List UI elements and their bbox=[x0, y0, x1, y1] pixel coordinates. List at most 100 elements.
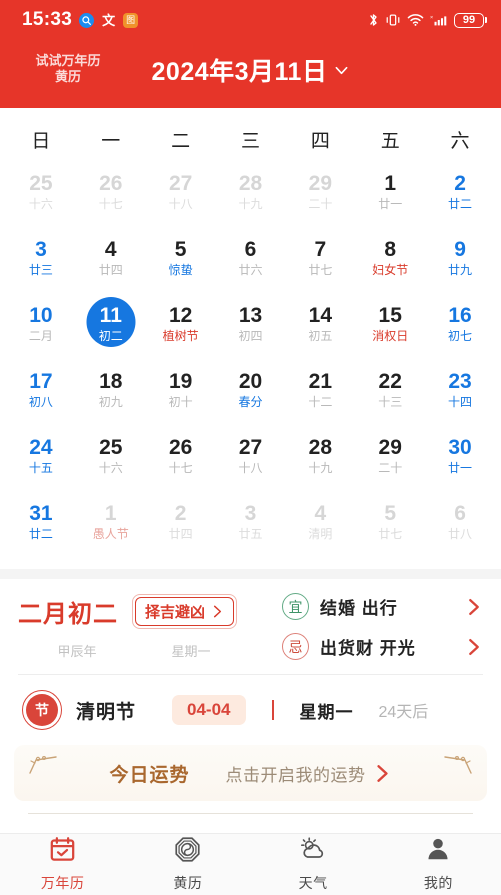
calendar-day-cell[interactable]: 1 廿一 bbox=[355, 159, 425, 225]
day-number: 11 bbox=[99, 304, 122, 328]
calendar-card: 日一二三四五六 25 十六 26 十七 27 十八 28 十九 29 二十 1 廿一 2 廿二 3 廿三 4 廿四… bbox=[0, 108, 501, 569]
tab-我的[interactable]: 我的 bbox=[376, 836, 501, 893]
battery-level: 99 bbox=[454, 12, 484, 28]
calendar-day-cell[interactable]: 28 十九 bbox=[285, 423, 355, 489]
calendar-day-cell[interactable]: 6 廿六 bbox=[216, 225, 286, 291]
day-sublabel: 初九 bbox=[98, 395, 123, 410]
calendar-day-cell[interactable]: 20 春分 bbox=[216, 357, 286, 423]
calendar-day-cell[interactable]: 17 初八 bbox=[6, 357, 76, 423]
day-number: 4 bbox=[314, 502, 327, 526]
calendar-day-cell[interactable]: 18 初九 bbox=[76, 357, 146, 423]
tab-天气[interactable]: 天气 bbox=[251, 836, 376, 893]
calendar-day-cell[interactable]: 3 廿三 bbox=[6, 225, 76, 291]
calendar-day-cell[interactable]: 19 初十 bbox=[146, 357, 216, 423]
battery-indicator: 99 bbox=[454, 12, 487, 28]
calendar-day-cell[interactable]: 25 十六 bbox=[6, 159, 76, 225]
day-number: 24 bbox=[29, 436, 53, 460]
calendar-day-cell[interactable]: 6 廿八 bbox=[425, 489, 495, 555]
cellular-signal-icon: × bbox=[430, 15, 447, 26]
calendar-day-cell[interactable]: 27 十八 bbox=[216, 423, 286, 489]
festival-date-pill: 04-04 bbox=[172, 695, 246, 725]
day-sublabel: 十七 bbox=[168, 461, 193, 476]
status-bar-right: × 99 bbox=[368, 12, 487, 28]
day-number: 13 bbox=[238, 304, 263, 328]
calendar-day-cell[interactable]: 8 妇女节 bbox=[355, 225, 425, 291]
day-number: 3 bbox=[35, 238, 47, 262]
calendar-week-row: 31 廿二 1 愚人节 2 廿四 3 廿五 4 清明 5 廿七 6 廿八 bbox=[0, 489, 501, 555]
calendar-day-cell[interactable]: 11 初二 bbox=[76, 291, 146, 357]
day-sublabel: 廿六 bbox=[238, 263, 263, 278]
calendar-day-cell[interactable]: 10 二月 bbox=[6, 291, 76, 357]
calendar-week-row: 17 初八 18 初九 19 初十 20 春分 21 十二 22 十三 23 十四 bbox=[0, 357, 501, 423]
festival-row[interactable]: 节 清明节 04-04 星期一 24天后 bbox=[0, 675, 501, 745]
zeji-button[interactable]: 择吉避凶 bbox=[132, 593, 238, 629]
calendar-day-cell[interactable]: 13 初四 bbox=[216, 291, 286, 357]
calendar-day-cell[interactable]: 5 廿七 bbox=[355, 489, 425, 555]
calendar-day-cell[interactable]: 2 廿二 bbox=[425, 159, 495, 225]
calendar-check-icon bbox=[49, 836, 76, 868]
day-sublabel: 廿九 bbox=[448, 263, 473, 278]
calendar-day-cell[interactable]: 22 十三 bbox=[355, 357, 425, 423]
calendar-day-cell[interactable]: 5 惊蛰 bbox=[146, 225, 216, 291]
tab-label: 黄历 bbox=[173, 875, 203, 891]
tab-万年历[interactable]: 万年历 bbox=[0, 836, 125, 893]
day-number: 12 bbox=[168, 304, 193, 328]
calendar-day-cell[interactable]: 2 廿四 bbox=[146, 489, 216, 555]
calendar-day-cell[interactable]: 14 初五 bbox=[285, 291, 355, 357]
day-sublabel: 廿五 bbox=[238, 527, 263, 542]
day-sublabel: 廿八 bbox=[448, 527, 473, 542]
calendar-day-cell[interactable]: 7 廿七 bbox=[285, 225, 355, 291]
calendar-day-cell[interactable]: 21 十二 bbox=[285, 357, 355, 423]
calendar-day-cell[interactable]: 3 廿五 bbox=[216, 489, 286, 555]
calendar-day-cell[interactable]: 28 十九 bbox=[216, 159, 286, 225]
day-number: 6 bbox=[244, 238, 257, 262]
day-sublabel: 惊蛰 bbox=[168, 263, 193, 278]
calendar-day-cell[interactable]: 4 廿四 bbox=[76, 225, 146, 291]
calendar-day-cell[interactable]: 9 廿九 bbox=[425, 225, 495, 291]
calendar-day-cell[interactable]: 16 初七 bbox=[425, 291, 495, 357]
wen-glyph-icon: 文 bbox=[102, 12, 116, 28]
day-number: 22 bbox=[378, 370, 402, 394]
wifi-icon bbox=[407, 14, 424, 26]
status-bar: 15:33 文 图 × 99 bbox=[0, 0, 501, 40]
festival-countdown: 24天后 bbox=[378, 704, 429, 721]
day-number: 20 bbox=[238, 370, 263, 394]
weekday-header-4: 四 bbox=[310, 131, 330, 152]
vibrate-icon bbox=[386, 14, 400, 26]
day-sublabel: 十六 bbox=[28, 197, 53, 212]
calendar-weeks: 25 十六 26 十七 27 十八 28 十九 29 二十 1 廿一 2 廿二 3 廿三 4 廿四 5 惊蛰 6 廿六 7 廿… bbox=[0, 159, 501, 555]
calendar-day-cell[interactable]: 26 十七 bbox=[146, 423, 216, 489]
calendar-day-cell[interactable]: 24 十五 bbox=[6, 423, 76, 489]
calendar-day-cell[interactable]: 29 二十 bbox=[355, 423, 425, 489]
calendar-day-cell[interactable]: 12 植树节 bbox=[146, 291, 216, 357]
day-number: 28 bbox=[238, 172, 263, 196]
day-sublabel: 十八 bbox=[238, 461, 263, 476]
date-picker-button[interactable]: 2024年3月11日 bbox=[152, 52, 350, 88]
day-number: 30 bbox=[448, 436, 472, 460]
calendar-day-cell[interactable]: 30 廿一 bbox=[425, 423, 495, 489]
calendar-day-cell[interactable]: 4 清明 bbox=[285, 489, 355, 555]
calendar-day-cell[interactable]: 25 十六 bbox=[76, 423, 146, 489]
brand-label[interactable]: 试试万年历 黄历 bbox=[20, 53, 116, 86]
day-sublabel: 初四 bbox=[238, 329, 263, 344]
ji-row[interactable]: 忌 出货财 开光 bbox=[282, 633, 483, 660]
day-sublabel: 廿一 bbox=[378, 197, 403, 212]
weekday-header-5: 五 bbox=[380, 131, 400, 152]
calendar-day-cell[interactable]: 29 二十 bbox=[285, 159, 355, 225]
calendar-day-cell[interactable]: 15 消权日 bbox=[355, 291, 425, 357]
day-sublabel: 十七 bbox=[98, 197, 123, 212]
festival-weekday: 星期一 bbox=[299, 702, 354, 722]
calendar-day-cell[interactable]: 23 十四 bbox=[425, 357, 495, 423]
calendar-day-cell[interactable]: 26 十七 bbox=[76, 159, 146, 225]
fortune-banner[interactable]: 今日运势 点击开启我的运势 bbox=[14, 745, 487, 801]
calendar-day-cell[interactable]: 27 十八 bbox=[146, 159, 216, 225]
calendar-day-cell[interactable]: 31 廿二 bbox=[6, 489, 76, 555]
festival-name: 清明节 bbox=[76, 701, 137, 723]
yi-row[interactable]: 宜 结婚 出行 bbox=[282, 593, 483, 620]
day-number: 9 bbox=[454, 238, 466, 262]
day-sublabel: 十九 bbox=[238, 197, 263, 212]
calendar-day-cell[interactable]: 1 愚人节 bbox=[76, 489, 146, 555]
fortune-cta[interactable]: 点击开启我的运势 bbox=[226, 761, 392, 786]
day-number: 8 bbox=[384, 238, 397, 262]
tab-黄历[interactable]: 黄历 bbox=[125, 836, 250, 893]
